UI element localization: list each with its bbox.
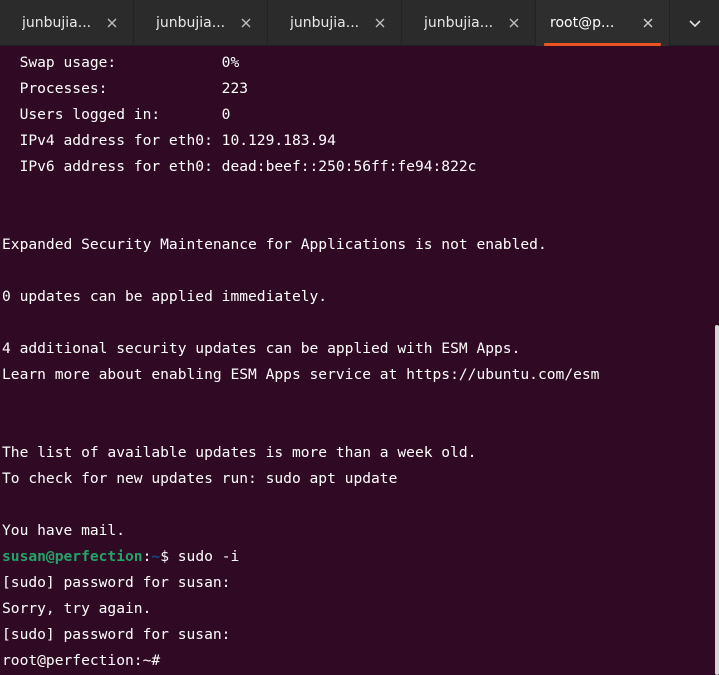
close-icon[interactable] xyxy=(373,16,387,30)
tab-4[interactable]: junbujia... xyxy=(402,0,536,46)
terminal-line: You have mail. xyxy=(2,522,126,539)
terminal-line: IPv4 address for eth0: 10.129.183.94 xyxy=(2,132,336,149)
terminal-line: Processes: 223 xyxy=(2,80,249,97)
prompt-path: ~ xyxy=(151,548,161,565)
terminal-line: To check for new updates run: sudo apt u… xyxy=(2,470,398,487)
tab-1[interactable]: junbujia... xyxy=(0,0,134,46)
terminal-scrollbar[interactable] xyxy=(715,325,719,675)
prompt-user-host: susan@perfection xyxy=(2,548,143,565)
terminal-line: Swap usage: 0% xyxy=(2,54,240,71)
prompt-command: sudo -i xyxy=(177,548,240,565)
close-icon[interactable] xyxy=(507,16,521,30)
root-prompt-line: root@perfection:~# xyxy=(2,652,161,669)
tab-label: junbujia... xyxy=(290,15,360,31)
chevron-down-icon xyxy=(688,13,701,32)
terminal-line: Expanded Security Maintenance for Applic… xyxy=(2,236,547,253)
terminal-line: [sudo] password for susan: xyxy=(2,574,231,591)
close-icon[interactable] xyxy=(641,16,655,30)
terminal-line: [sudo] password for susan: xyxy=(2,626,231,643)
terminal-line: Users logged in: 0 xyxy=(2,106,231,123)
close-icon[interactable] xyxy=(105,16,119,30)
tab-menu-button[interactable] xyxy=(670,0,719,45)
terminal-line: Learn more about enabling ESM Apps servi… xyxy=(2,366,600,383)
shell-prompt-line: susan@perfection:~$ sudo -i xyxy=(2,547,239,567)
terminal-output[interactable]: Swap usage: 0% Processes: 223 Users logg… xyxy=(0,46,719,675)
terminal-line: The list of available updates is more th… xyxy=(2,444,477,461)
prompt-symbol: $ xyxy=(160,548,178,565)
tab-label: junbujia... xyxy=(424,15,494,31)
tab-label: junbujia... xyxy=(22,15,92,31)
tab-bar: junbujia... junbujia... junbujia... junb… xyxy=(0,0,719,46)
tab-5-active[interactable]: root@p... xyxy=(536,0,670,46)
close-icon[interactable] xyxy=(239,16,253,30)
tab-3[interactable]: junbujia... xyxy=(268,0,402,46)
tab-label: root@p... xyxy=(550,15,615,31)
tab-label: junbujia... xyxy=(156,15,226,31)
terminal-line: Sorry, try again. xyxy=(2,600,152,617)
terminal-line: 0 updates can be applied immediately. xyxy=(2,288,328,305)
terminal-line: 4 additional security updates can be app… xyxy=(2,340,521,357)
terminal-line: IPv6 address for eth0: dead:beef::250:56… xyxy=(2,158,477,175)
tab-2[interactable]: junbujia... xyxy=(134,0,268,46)
